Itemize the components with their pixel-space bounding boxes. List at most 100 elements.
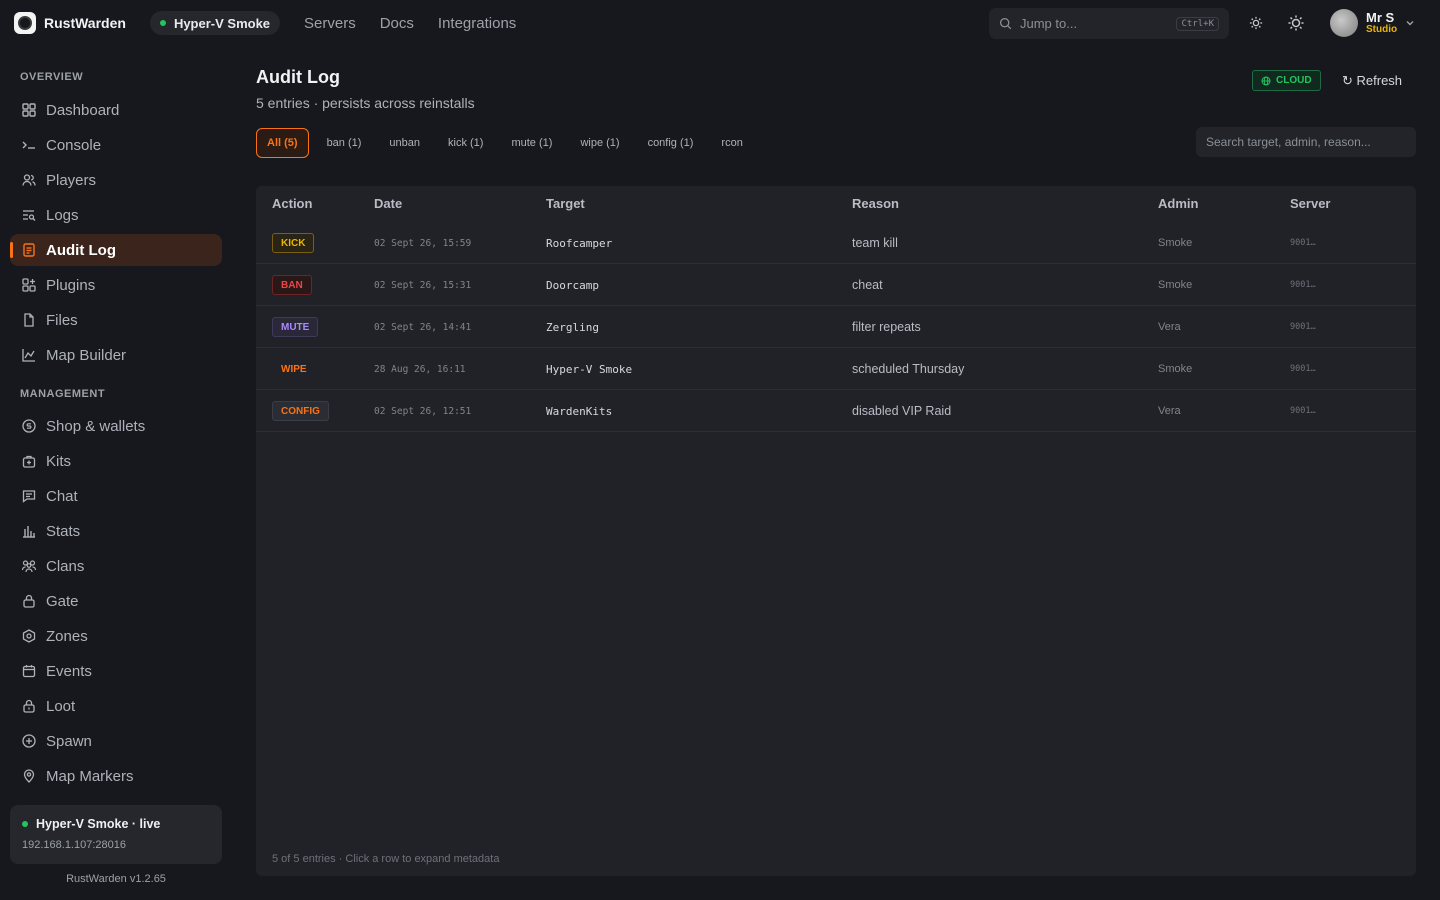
sidebar-item-label: Spawn [46,732,92,750]
column-header-admin[interactable]: Admin [1158,196,1198,211]
sidebar-item-map-builder[interactable]: Map Builder [10,339,222,371]
sidebar-item-label: Map Builder [46,346,127,364]
sidebar-item-clans[interactable]: Clans [10,550,222,582]
table-row[interactable]: BAN 02 Sept 26, 15:31 Doorcamp cheat Smo… [256,264,1416,306]
loot-lock-icon [23,699,35,713]
action-filter-tabs: All (5) ban (1) unban kick (1) mute (1) … [256,128,757,158]
row-admin: Smoke [1158,279,1193,291]
jump-to-search[interactable]: Jump to... Ctrl+K [989,8,1229,39]
action-badge: WIPE [281,363,307,375]
sidebar-item-gate[interactable]: Gate [10,585,222,617]
sidebar-item-events[interactable]: Events [10,655,222,687]
hexagon-icon [22,629,36,643]
user-menu[interactable]: Mr S Studio [1330,9,1415,37]
sidebar-item-files[interactable]: Files [10,304,222,336]
filter-all[interactable]: All (5) [256,128,309,158]
server-status-title: Hyper-V Smoke · live [36,817,161,831]
column-header-action[interactable]: Action [272,196,312,211]
row-reason: team kill [852,236,898,250]
nav-link-docs[interactable]: Docs [380,15,414,32]
theme-toggle-button[interactable] [1285,12,1307,34]
server-switcher[interactable]: Hyper-V Smoke [149,11,281,35]
row-date: 02 Sept 26, 12:51 [374,405,472,417]
grid-icon [22,103,36,117]
nav-link-servers[interactable]: Servers [304,15,356,32]
table-footer: 5 of 5 entries · Click a row to expand m… [272,853,500,865]
filter-ban[interactable]: ban (1) [313,128,376,158]
row-target: Zergling [546,320,599,334]
sidebar-item-chat[interactable]: Chat [10,480,222,512]
list-search-icon [23,210,36,221]
sidebar-item-label: Loot [46,697,76,715]
sun-small-icon [1249,16,1263,30]
sidebar-item-audit-log[interactable]: Audit Log [10,234,222,266]
row-target: Roofcamper [546,236,613,250]
cloud-status-badge: CLOUD [1252,70,1321,91]
table-row[interactable]: KICK 02 Sept 26, 15:59 Roofcamper team k… [256,222,1416,264]
sidebar-item-spawn[interactable]: Spawn [10,725,222,757]
table-header: Action Date Target Reason Admin Server [256,186,1416,222]
table-row[interactable]: WIPE 28 Aug 26, 16:11 Hyper-V Smoke sche… [256,348,1416,390]
audit-search-input[interactable]: Search target, admin, reason... [1196,127,1416,157]
sidebar-item-label: Chat [46,487,78,505]
user-name: Mr S [1366,9,1395,25]
row-server: 9001… [1290,280,1316,290]
row-reason: cheat [852,278,883,292]
sidebar-item-kits[interactable]: Kits [10,445,222,477]
sidebar-item-map-markers[interactable]: Map Markers [10,760,222,792]
sidebar-item-zones[interactable]: Zones [10,620,222,652]
terminal-icon [22,141,35,149]
filter-mute[interactable]: mute (1) [497,128,566,158]
sidebar-item-console[interactable]: Console [10,129,222,161]
sidebar-item-label: Stats [46,522,81,540]
server-switcher-label: Hyper-V Smoke [173,15,271,31]
sidebar-item-label: Zones [46,627,88,645]
row-date: 02 Sept 26, 14:41 [374,321,472,333]
sidebar-item-label: Players [46,171,97,189]
row-date: 02 Sept 26, 15:31 [374,279,472,291]
table-row[interactable]: CONFIG 02 Sept 26, 12:51 WardenKits disa… [256,390,1416,432]
row-server: 9001… [1290,406,1316,416]
server-status-card[interactable]: Hyper-V Smoke · live 192.168.1.107:28016 [10,805,222,864]
sidebar-item-plugins[interactable]: Plugins [10,269,222,301]
page-subtitle: 5 entries · persists across reinstalls [256,95,475,111]
sidebar-item-label: Audit Log [46,241,116,259]
row-date: 02 Sept 26, 15:59 [374,237,472,249]
brand[interactable]: RustWarden [14,12,126,34]
kit-bag-icon [22,455,36,468]
table-row[interactable]: MUTE 02 Sept 26, 14:41 Zergling filter r… [256,306,1416,348]
brightness-button[interactable] [1245,12,1267,34]
row-reason: scheduled Thursday [852,362,965,376]
sidebar-item-loot[interactable]: Loot [10,690,222,722]
filter-wipe[interactable]: wipe (1) [566,128,633,158]
column-header-reason[interactable]: Reason [852,196,899,211]
column-header-target[interactable]: Target [546,196,585,211]
nav-link-integrations[interactable]: Integrations [438,15,516,32]
refresh-button[interactable]: ↻ Refresh [1342,73,1402,89]
column-header-date[interactable]: Date [374,196,402,211]
sidebar-item-players[interactable]: Players [10,164,222,196]
calendar-icon [22,665,36,678]
pin-icon [23,769,35,783]
sidebar-item-label: Gate [46,592,79,610]
chevron-down-icon [1406,21,1414,26]
globe-icon [1261,76,1271,85]
column-header-server[interactable]: Server [1290,196,1330,211]
audit-table: Action Date Target Reason Admin Server K… [256,186,1416,876]
filter-unban[interactable]: unban [375,128,434,158]
plus-circle-icon [22,734,36,748]
bar-chart-icon [23,526,35,538]
sidebar-item-stats[interactable]: Stats [10,515,222,547]
app-version: RustWarden v1.2.65 [66,873,166,885]
sidebar-item-dashboard[interactable]: Dashboard [10,94,222,126]
audit-search-placeholder: Search target, admin, reason... [1206,135,1371,149]
filter-rcon[interactable]: rcon [707,128,756,158]
filter-config[interactable]: config (1) [634,128,708,158]
sidebar-item-logs[interactable]: Logs [10,199,222,231]
row-server: 9001… [1290,364,1316,374]
sidebar-item-shop-wallets[interactable]: Shop & wallets [10,410,222,442]
coin-icon [22,419,36,433]
lock-icon [23,594,35,608]
row-server: 9001… [1290,322,1316,332]
filter-kick[interactable]: kick (1) [434,128,497,158]
